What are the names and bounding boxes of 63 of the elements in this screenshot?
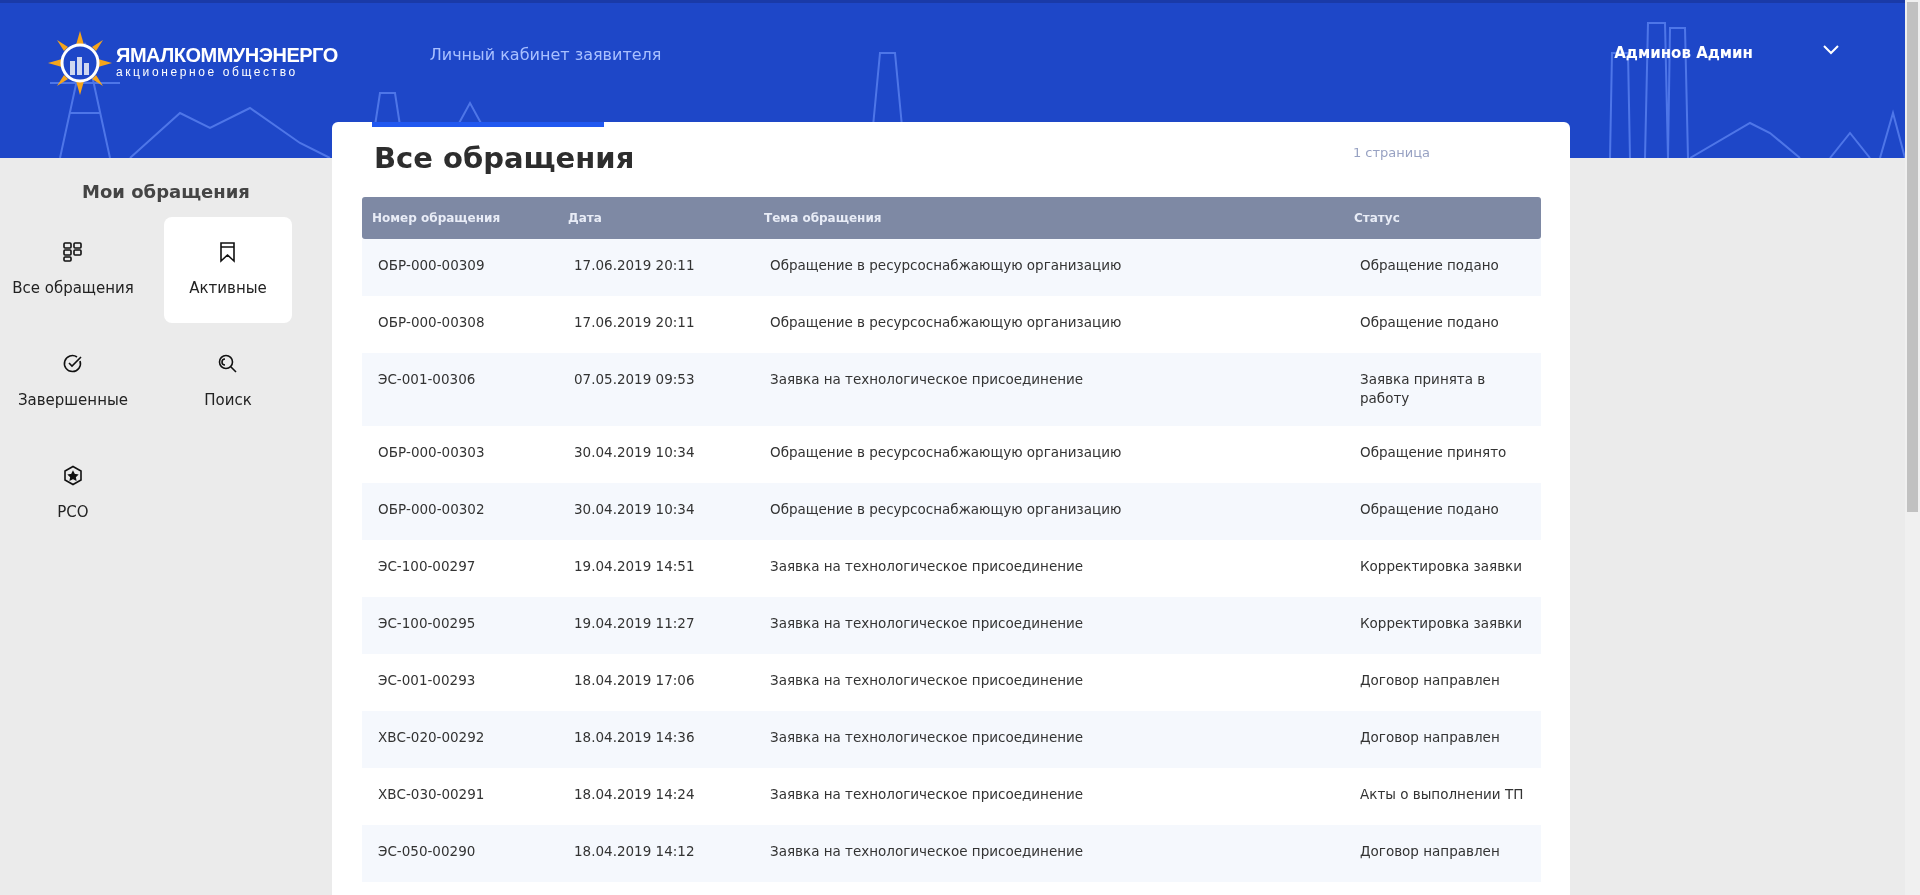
table-cell-text: 30.04.2019 10:34 [573, 442, 696, 462]
table-cell-text: Корректировка заявки [1359, 556, 1524, 576]
table-cell-text: ЭС-001-00293 [377, 670, 477, 690]
table-cell-text: Заявка на технологическое присоединение [769, 556, 1085, 576]
sidebar-tab[interactable]: Завершенные [0, 329, 148, 435]
table-cell-text: ЭС-100-00297 [377, 556, 477, 576]
table-cell-text: Заявка на технологическое присоединение [769, 670, 1085, 690]
hexagon-star-icon [62, 464, 84, 487]
check-circle-icon [62, 352, 84, 375]
table-cell-text: Обращение принято [1359, 442, 1508, 462]
sidebar-tab[interactable]: Поиск [164, 329, 292, 435]
table-cell-text: ХВС-030-00291 [377, 784, 486, 804]
table-cell-text: 18.04.2019 14:12 [573, 841, 696, 861]
table-cell-text: ЭС-001-00306 [377, 369, 477, 389]
scrollbar[interactable] [1905, 0, 1920, 895]
table-cell-text: Обращение подано [1359, 499, 1500, 519]
chevron-down-icon[interactable] [1823, 45, 1839, 55]
table-cell-text: Обращение подано [1359, 255, 1500, 275]
table-cell-text: ОБР-000-00309 [377, 255, 486, 275]
table-cell-text: ОБР-000-00303 [377, 442, 486, 462]
table-cell-text: 07.05.2019 09:53 [573, 369, 696, 389]
table-cell-text: ХВС-020-00292 [377, 727, 486, 747]
table-cell-text: 18.04.2019 17:06 [573, 670, 696, 690]
table-cell-text: Обращение в ресурсоснабжающую организацию [769, 255, 1123, 275]
grid-icon [62, 240, 84, 263]
table-cell-text: 18.04.2019 14:24 [573, 784, 696, 804]
table-cell-text: Договор направлен [1359, 727, 1501, 747]
table-cell-text: Обращение в ресурсоснабжающую организацию [769, 499, 1123, 519]
table-cell-text: 17.06.2019 20:11 [573, 255, 696, 275]
table-cell-text: ОБР-000-00308 [377, 312, 486, 332]
page-info: 1 страница [1352, 144, 1430, 162]
table-cell-text: Акты о выполнении ТП [1359, 784, 1525, 804]
page-title: Все обращения [374, 140, 635, 177]
table-cell-text: 19.04.2019 11:27 [573, 613, 696, 633]
sidebar-title: Мои обращения [81, 180, 251, 204]
table-cell-text: Договор направлен [1359, 841, 1501, 861]
logo-text: ЯМАЛКОММУНЭНЕРГО [116, 45, 338, 65]
portal-title: Личный кабинет заявителя [429, 44, 662, 66]
table-cell-text: Обращение в ресурсоснабжающую организацию [769, 442, 1123, 462]
table-cell-text: 30.04.2019 10:34 [573, 499, 696, 519]
table-cell-text: ЭС-050-00290 [377, 841, 477, 861]
table-cell-text: Обращение подано [1359, 312, 1500, 332]
logo-subtitle: акционерное общество [116, 65, 299, 80]
table-cell-text: Заявка на технологическое присоединение [769, 784, 1085, 804]
user-name[interactable]: Админов Админ [1614, 31, 1753, 65]
sun-logo-icon [48, 31, 112, 95]
table-cell-text: ОБР-000-00302 [377, 499, 486, 519]
table-cell-text: Заявка принята в работу [1359, 369, 1487, 409]
sidebar-tab[interactable]: Все обращения [0, 217, 148, 323]
table-cell-text: ЭС-100-00295 [377, 613, 477, 633]
table-cell-text: Заявка на технологическое присоединение [769, 613, 1085, 633]
table-cell-text: Договор направлен [1359, 670, 1501, 690]
sidebar-tab[interactable]: РСО [0, 441, 148, 547]
table-cell-text: Заявка на технологическое присоединение [769, 841, 1085, 861]
table-cell-text: Заявка на технологическое присоединение [769, 727, 1085, 747]
table-cell-text: 19.04.2019 14:51 [573, 556, 696, 576]
sidebar-tab[interactable]: Активные [164, 217, 292, 323]
table-cell-text: 18.04.2019 14:36 [573, 727, 696, 747]
table-cell-text: Обращение в ресурсоснабжающую организацию [769, 312, 1123, 332]
table-cell-text: Корректировка заявки [1359, 613, 1524, 633]
search-icon [217, 352, 239, 375]
table-cell-text: Заявка на технологическое присоединение [769, 369, 1085, 389]
table-cell-text: 17.06.2019 20:11 [573, 312, 696, 332]
